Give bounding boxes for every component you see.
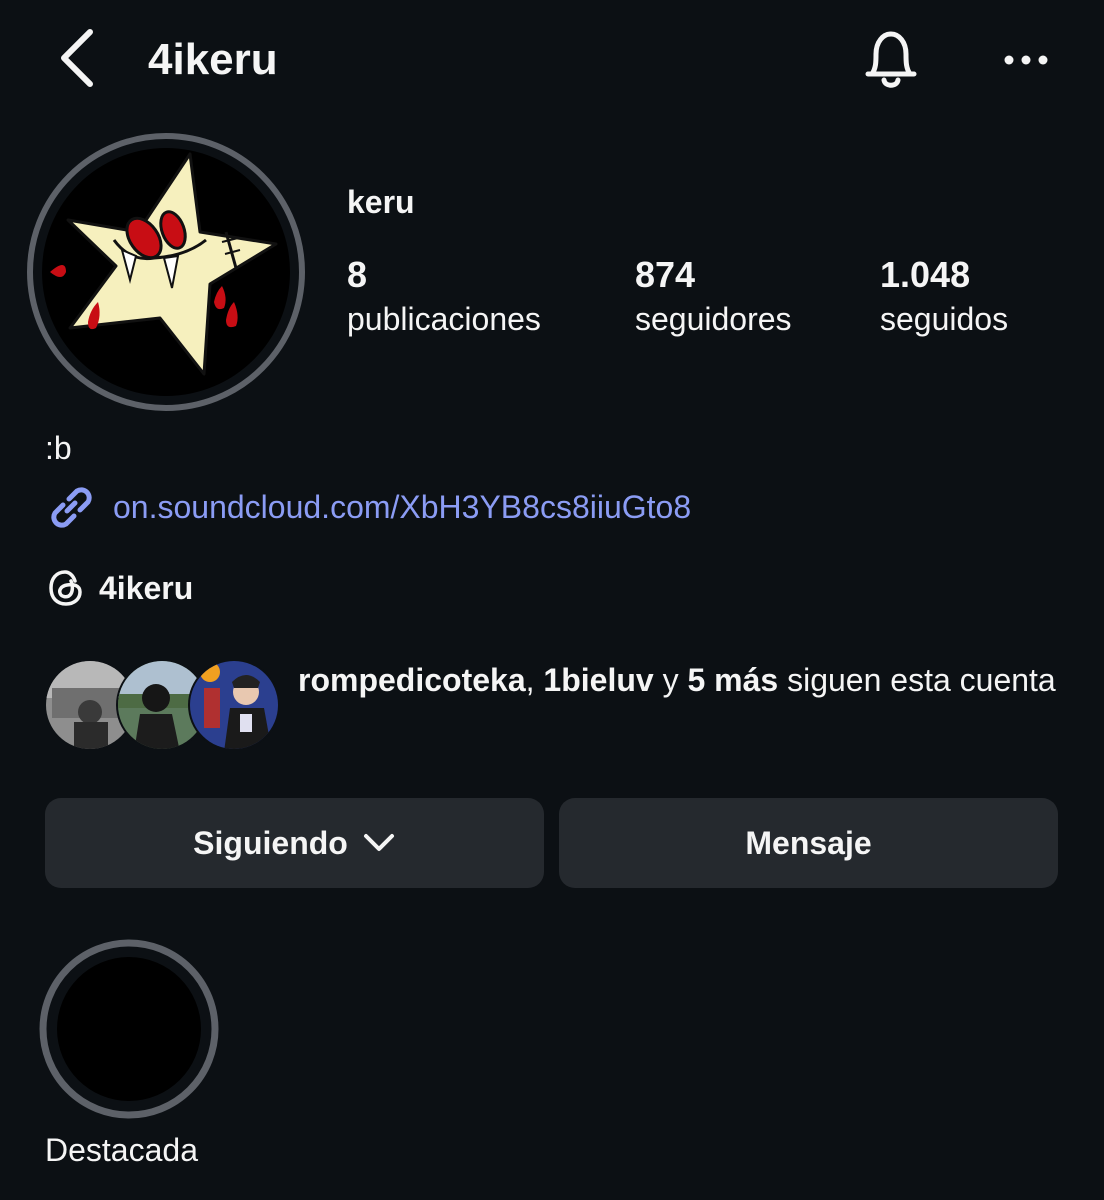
threads-handle: 4ikeru [99, 570, 194, 606]
posts-count-value: 8 [347, 254, 368, 295]
mutual-user-1[interactable]: rompedicoteka [298, 662, 526, 698]
mutual-suffix: siguen esta cuenta [778, 662, 1056, 698]
bell-icon[interactable] [858, 26, 924, 94]
mutual-avatar-3 [188, 659, 280, 751]
mutual-more-count[interactable]: 5 más [687, 662, 778, 698]
followers-count-value: 874 [635, 254, 696, 295]
link-icon [51, 487, 92, 528]
highlight-label: Destacada [45, 1132, 198, 1168]
profile-display-name: keru [347, 184, 415, 220]
profile-link[interactable]: on.soundcloud.com/XbH3YB8cs8iiuGto8 [45, 482, 691, 532]
following-count-value: 1.048 [880, 254, 971, 295]
followers-count-stat[interactable]: 874 seguidores [635, 252, 792, 340]
following-button[interactable]: Siguiendo [45, 798, 544, 888]
profile-link-text[interactable]: on.soundcloud.com/XbH3YB8cs8iiuGto8 [113, 487, 691, 527]
mutual-separator-2: y [653, 662, 688, 698]
profile-avatar[interactable] [26, 132, 306, 412]
mutual-followers-avatars[interactable] [44, 658, 280, 752]
mutual-followers-text[interactable]: rompedicoteka, 1bieluv y 5 más siguen es… [298, 658, 1058, 703]
message-button-label: Mensaje [745, 824, 872, 861]
highlight-story-circle[interactable] [38, 938, 220, 1120]
threads-badge[interactable]: 4ikeru [45, 564, 193, 612]
more-options-icon[interactable] [996, 40, 1056, 80]
following-count-stat[interactable]: 1.048 seguidos [880, 252, 1008, 340]
following-count-label: seguidos [880, 301, 1009, 337]
posts-count-stat[interactable]: 8 publicaciones [347, 252, 541, 340]
profile-bio: :b [45, 430, 72, 466]
mutual-user-2[interactable]: 1bieluv [543, 662, 653, 698]
mutual-separator-1: , [525, 662, 544, 698]
message-button[interactable]: Mensaje [559, 798, 1058, 888]
followers-count-label: seguidores [635, 301, 792, 337]
back-chevron-icon[interactable] [52, 26, 108, 90]
threads-icon [49, 570, 82, 606]
following-button-label: Siguiendo [193, 824, 348, 861]
header-username-title: 4ikeru [148, 35, 278, 84]
posts-count-label: publicaciones [347, 301, 541, 337]
chevron-down-icon [363, 834, 394, 851]
